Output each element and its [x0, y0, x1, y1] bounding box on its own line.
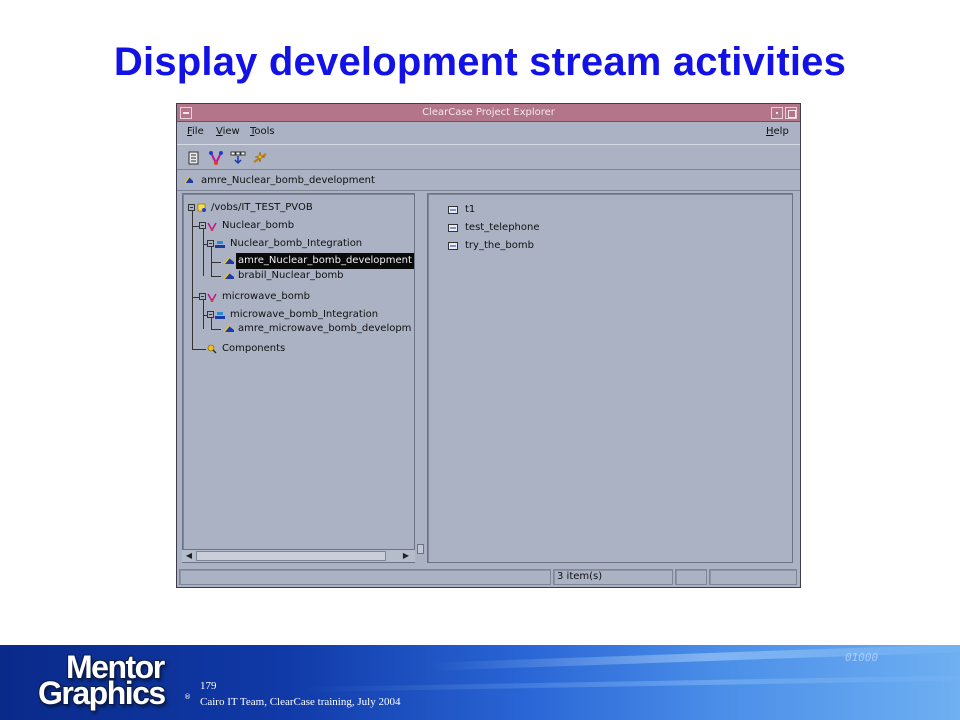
- stream-icon: [184, 176, 193, 184]
- menubar: File View Tools Help: [177, 123, 800, 143]
- properties-icon[interactable]: [184, 148, 204, 168]
- hierarchy-icon[interactable]: [206, 148, 226, 168]
- slide-title: Display development stream activities: [113, 40, 847, 84]
- activity-icon: [448, 224, 458, 232]
- scroll-left-icon[interactable]: ◀: [183, 551, 195, 561]
- window-title: ClearCase Project Explorer: [422, 107, 555, 118]
- tree-toggle[interactable]: [207, 311, 214, 318]
- dev-stream-icon: [224, 325, 234, 333]
- tree-item-label: brabil_Nuclear_bomb: [238, 270, 344, 281]
- tree-item-label: /vobs/IT_TEST_PVOB: [211, 202, 313, 213]
- menu-help[interactable]: Help: [766, 126, 789, 137]
- status-item-count: 3 item(s): [553, 569, 673, 585]
- activity-label: test_telephone: [465, 222, 540, 233]
- project-icon: [207, 222, 217, 231]
- dev-stream-icon: [224, 257, 234, 265]
- maximize-button[interactable]: [785, 107, 797, 119]
- clearcase-project-explorer-window: ClearCase Project Explorer File View Too…: [176, 103, 801, 588]
- project-tree-pane[interactable]: /vobs/IT_TEST_PVOB Nuclear_bomb Nuclear_…: [182, 193, 415, 563]
- decorative-binary-text: 01000: [845, 651, 879, 664]
- activity-icon: [448, 206, 458, 214]
- window-titlebar[interactable]: ClearCase Project Explorer: [177, 104, 800, 122]
- integration-stream-icon: [215, 241, 225, 248]
- tree-toggle[interactable]: [199, 293, 206, 300]
- menu-file[interactable]: File: [187, 126, 204, 137]
- statusbar: 3 item(s): [177, 567, 800, 587]
- current-path: amre_Nuclear_bomb_development: [201, 175, 375, 186]
- integration-stream-icon: [215, 312, 225, 319]
- merge-icon[interactable]: [228, 148, 248, 168]
- menu-view[interactable]: View: [216, 126, 240, 137]
- current-path-bar: amre_Nuclear_bomb_development: [177, 171, 800, 191]
- activities-pane[interactable]: t1 test_telephone try_the_bomb: [427, 193, 793, 563]
- menu-tools[interactable]: Tools: [250, 126, 275, 137]
- minimize-button[interactable]: [771, 107, 783, 119]
- tree-horizontal-scrollbar[interactable]: ◀ ▶: [182, 549, 415, 562]
- footer-text: Cairo IT Team, ClearCase training, July …: [200, 696, 401, 708]
- status-cell-extra: [709, 569, 797, 585]
- tree-item-label: amre_Nuclear_bomb_development: [236, 253, 414, 269]
- activity-icon: [448, 242, 458, 250]
- status-cell-main: [179, 569, 551, 585]
- status-cell-extra: [675, 569, 707, 585]
- scroll-right-icon[interactable]: ▶: [400, 551, 412, 561]
- deliver-icon[interactable]: [250, 148, 270, 168]
- activity-label: t1: [465, 204, 476, 215]
- tree-toggle[interactable]: [207, 240, 214, 247]
- mentor-graphics-logo: Mentor Graphics ®: [38, 649, 191, 711]
- scrollbar-thumb[interactable]: [196, 551, 386, 561]
- page-number: 179: [200, 680, 217, 692]
- tree-item-label: microwave_bomb: [222, 291, 310, 302]
- components-icon: [207, 344, 217, 354]
- footer-band: 01000 Mentor Graphics ® 179 Cairo IT Tea…: [0, 645, 960, 720]
- toolbar: [177, 144, 800, 170]
- tree-item-label: amre_microwave_bomb_developm: [238, 323, 412, 334]
- project-icon: [207, 293, 217, 302]
- tree-item-label: Nuclear_bomb: [222, 220, 295, 231]
- tree-item-label: Nuclear_bomb_Integration: [230, 238, 363, 249]
- activity-label: try_the_bomb: [465, 240, 534, 251]
- tree-item-label: Components: [222, 343, 286, 354]
- dev-stream-icon: [224, 272, 234, 280]
- tree-toggle[interactable]: [199, 222, 206, 229]
- pane-splitter[interactable]: [417, 544, 424, 554]
- pvob-icon: [197, 203, 206, 212]
- tree-toggle[interactable]: [188, 204, 195, 211]
